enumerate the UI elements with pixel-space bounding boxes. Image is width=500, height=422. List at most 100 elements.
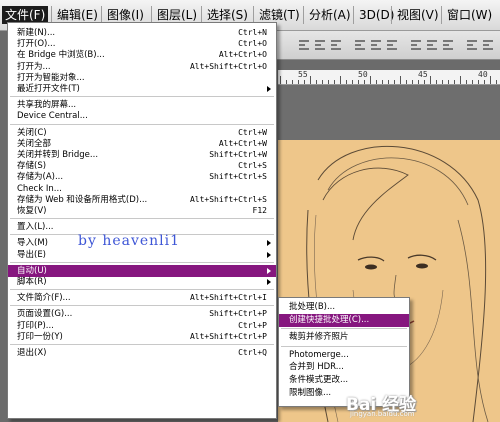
menu-item-shortcut: Ctrl+S bbox=[238, 161, 267, 171]
menu-item-label: 最近打开文件(T) bbox=[17, 84, 80, 94]
ruler-tick bbox=[412, 80, 413, 84]
submenu-item-label: 创建快捷批处理(C)... bbox=[289, 314, 370, 325]
menu-item-shortcut: Ctrl+N bbox=[238, 28, 267, 37]
align-icon[interactable] bbox=[442, 38, 454, 51]
ruler-tick bbox=[358, 80, 359, 84]
menu-item-label: 共享我的屏幕... bbox=[17, 100, 77, 111]
ruler-tick bbox=[496, 80, 497, 84]
file-menu-item[interactable]: 最近打开文件(T) bbox=[8, 83, 276, 95]
submenu-arrow-icon bbox=[267, 267, 271, 274]
submenu-item-label: 条件模式更改... bbox=[289, 375, 349, 385]
file-menu-item[interactable]: 存储为(A)... Shift+Ctrl+S bbox=[8, 171, 276, 183]
workspace-background bbox=[278, 85, 500, 140]
menu-item-label: 关闭全部 bbox=[17, 138, 52, 149]
menu-item-label: 置入(L)... bbox=[17, 222, 54, 233]
align-icon[interactable] bbox=[370, 38, 382, 51]
menu-separator bbox=[10, 289, 274, 291]
automate-submenu-item[interactable]: Photomerge... bbox=[279, 349, 409, 362]
file-menu-item[interactable]: 存储为 Web 和设备所用格式(D)... Alt+Shift+Ctrl+S bbox=[8, 194, 276, 206]
submenu-arrow-icon bbox=[267, 86, 271, 92]
ruler-tick bbox=[472, 80, 473, 84]
align-icon[interactable] bbox=[410, 38, 422, 51]
menu-item-label: 关闭(C) bbox=[17, 127, 47, 138]
align-icon[interactable] bbox=[482, 38, 494, 51]
submenu-arrow-icon bbox=[267, 251, 271, 258]
submenu-item-label: 合并到 HDR... bbox=[289, 362, 344, 373]
menu-item-label: 存储为(A)... bbox=[17, 172, 64, 183]
ruler-tick bbox=[382, 80, 383, 84]
automate-submenu-item[interactable]: 条件模式更改... bbox=[279, 374, 409, 387]
file-menu-item[interactable]: 页面设置(G)... Shift+Ctrl+P bbox=[8, 308, 276, 320]
menu-item-label: 打印一份(Y) bbox=[17, 331, 63, 342]
file-menu-item[interactable]: 在 Bridge 中浏览(B)... Alt+Ctrl+O bbox=[8, 49, 276, 61]
menu-item-shortcut: Ctrl+O bbox=[238, 39, 267, 49]
align-icon[interactable] bbox=[386, 38, 398, 51]
submenu-separator bbox=[281, 328, 407, 330]
file-menu-item[interactable]: 打开(O)... Ctrl+O bbox=[8, 38, 276, 50]
file-menu-item[interactable]: 打印一份(Y) Alt+Shift+Ctrl+P bbox=[8, 331, 276, 343]
menu-separator bbox=[10, 123, 274, 125]
file-menu-item[interactable]: 恢复(V) F12 bbox=[8, 205, 276, 217]
automate-submenu-item[interactable]: 批处理(B)... bbox=[279, 301, 409, 314]
file-menu-dropdown: 新建(N)... Ctrl+N 打开(O)... Ctrl+O 在 Bridge 中浏览… bbox=[7, 22, 277, 419]
file-menu-item[interactable]: 脚本(R) bbox=[8, 276, 276, 288]
ruler-tick bbox=[298, 80, 299, 84]
file-menu-item[interactable]: 打印(P)... Ctrl+P bbox=[8, 320, 276, 332]
file-menu-item[interactable]: 文件简介(F)... Alt+Shift+Ctrl+I bbox=[8, 292, 276, 304]
file-menu-item[interactable]: 关闭并转到 Bridge... Shift+Ctrl+W bbox=[8, 149, 276, 161]
file-menu-item[interactable]: 置入(L)... bbox=[8, 221, 276, 233]
menu-item-label: 关闭并转到 Bridge... bbox=[17, 150, 99, 160]
submenu-separator bbox=[281, 345, 407, 347]
menu-item-label: 导出(E) bbox=[17, 249, 47, 260]
menu-item-label: 新建(N)... bbox=[17, 28, 56, 38]
file-menu-item[interactable]: 关闭(C) Ctrl+W bbox=[8, 127, 276, 139]
ruler-label: 40 bbox=[478, 70, 488, 79]
ruler-tick bbox=[448, 80, 449, 84]
automate-submenu-item[interactable]: 合并到 HDR... bbox=[279, 361, 409, 374]
submenu-item-label: 裁剪并修齐照片 bbox=[289, 332, 349, 343]
file-menu-item[interactable]: 共享我的屏幕... bbox=[8, 99, 276, 111]
align-icon[interactable] bbox=[314, 38, 326, 51]
menubar-item-9[interactable]: 窗口(W) bbox=[444, 6, 495, 24]
file-menu-item[interactable]: 退出(X) Ctrl+Q bbox=[8, 347, 276, 359]
menu-separator bbox=[10, 218, 274, 220]
options-bar bbox=[270, 31, 500, 60]
menu-item-label: 打印(P)... bbox=[17, 320, 54, 331]
submenu-item-label: 限制图像... bbox=[289, 387, 332, 398]
align-icon[interactable] bbox=[354, 38, 366, 51]
menubar-item-8[interactable]: 视图(V) bbox=[394, 6, 442, 24]
automate-submenu-item[interactable]: 创建快捷批处理(C)... bbox=[279, 313, 409, 327]
ruler-tick bbox=[370, 76, 371, 84]
menu-item-shortcut: Alt+Shift+Ctrl+S bbox=[189, 194, 267, 204]
file-menu-item[interactable]: Device Central... bbox=[8, 110, 276, 122]
file-menu-item[interactable]: 导出(E) bbox=[8, 249, 276, 261]
align-icon[interactable] bbox=[330, 38, 342, 51]
menubar-separator bbox=[353, 6, 354, 24]
align-icon[interactable] bbox=[466, 38, 478, 51]
menu-item-label: 在 Bridge 中浏览(B)... bbox=[17, 50, 105, 61]
ruler-tick bbox=[418, 80, 419, 84]
file-menu-item[interactable]: 新建(N)... Ctrl+N bbox=[8, 27, 276, 39]
menu-item-shortcut: Ctrl+Q bbox=[238, 348, 267, 357]
menubar-item-6[interactable]: 分析(A) bbox=[306, 6, 354, 24]
ruler-tick bbox=[310, 76, 311, 84]
file-menu-item[interactable]: 存储(S) Ctrl+S bbox=[8, 160, 276, 172]
file-menu-item[interactable]: 自动(U) bbox=[8, 264, 276, 277]
ruler-tick bbox=[364, 80, 365, 84]
menu-separator bbox=[10, 344, 274, 345]
ruler-tick bbox=[460, 76, 461, 84]
file-menu-item[interactable]: 打开为智能对象... bbox=[8, 72, 276, 84]
ruler-tick bbox=[292, 80, 293, 84]
file-menu-item[interactable]: 打开为... Alt+Shift+Ctrl+O bbox=[8, 61, 276, 73]
menu-item-shortcut: Ctrl+P bbox=[238, 320, 267, 330]
align-icon[interactable] bbox=[426, 38, 438, 51]
align-icon[interactable] bbox=[298, 38, 310, 51]
file-menu-item[interactable]: 关闭全部 Alt+Ctrl+W bbox=[8, 138, 276, 150]
automate-submenu-item[interactable]: 裁剪并修齐照片 bbox=[279, 331, 409, 344]
ruler-label: 45 bbox=[418, 70, 428, 79]
ruler-tick bbox=[394, 80, 395, 84]
file-menu-item[interactable]: Check In... bbox=[8, 183, 276, 195]
menu-item-label: 打开为... bbox=[17, 61, 51, 72]
submenu-arrow-icon bbox=[267, 279, 271, 285]
ruler-tick bbox=[424, 80, 425, 84]
